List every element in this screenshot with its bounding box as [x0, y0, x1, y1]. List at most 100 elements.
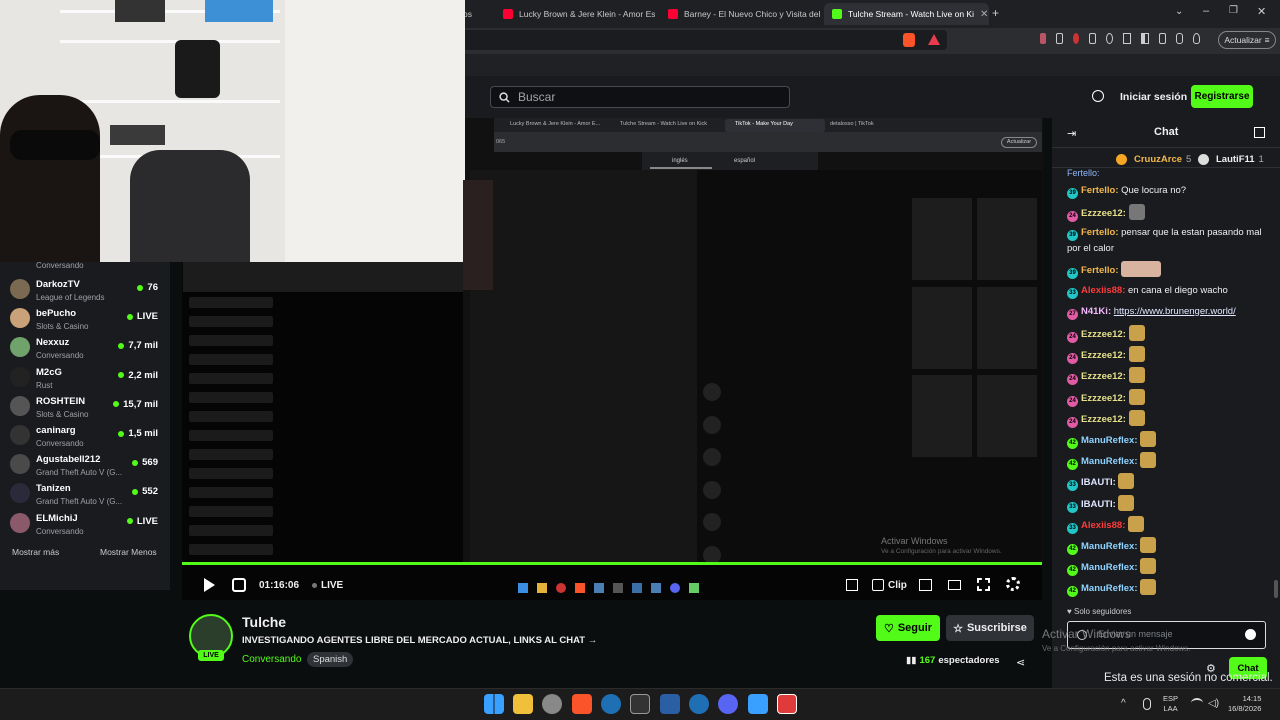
sidebar-channel[interactable]: Nexxuz Conversando 7,7 mil	[10, 334, 160, 363]
sidebar-channel[interactable]: caninarg Conversando 1,5 mil	[10, 422, 160, 451]
show-less-link[interactable]: Mostrar Menos	[100, 547, 157, 557]
chat-username[interactable]: Ezzzee12	[1081, 350, 1123, 361]
play-icon[interactable]	[204, 578, 215, 592]
clip-button[interactable]: Clip	[888, 580, 907, 591]
chat-username[interactable]: ManuReflex	[1081, 435, 1134, 446]
captions-icon[interactable]	[948, 580, 961, 590]
vpn-icon[interactable]	[1192, 33, 1201, 44]
chat-users-icon[interactable]	[1254, 127, 1265, 138]
start-icon[interactable]	[484, 694, 504, 714]
sidebar-channel[interactable]: ELMichiJ Conversando LIVE	[10, 510, 160, 539]
sidebar-channel[interactable]: Tanizen Grand Theft Auto V (G... 552	[10, 480, 160, 509]
copy-icon[interactable]	[1123, 33, 1131, 44]
sidebar-channel[interactable]: M2cG Rust 2,2 mil	[10, 364, 160, 393]
sidebar-channel[interactable]: ROSHTEIN Slots & Casino 15,7 mil	[10, 393, 160, 422]
search-input[interactable]: Buscar	[490, 86, 790, 108]
chat-username[interactable]: Ezzzee12	[1081, 371, 1123, 382]
terminal-icon[interactable]	[630, 694, 650, 714]
chat-link[interactable]: https://www.brunenger.world/	[1114, 306, 1236, 317]
volume-icon[interactable]: ◁)	[1208, 698, 1219, 709]
brave-rewards-icon[interactable]	[928, 34, 940, 45]
pinned-gifter[interactable]: CruuzArce 5	[1116, 154, 1191, 165]
chat-username[interactable]: IBAUTI	[1081, 477, 1113, 488]
sidebar-channel[interactable]: DarkozTV League of Legends 76	[10, 276, 160, 305]
record-icon[interactable]	[1073, 33, 1080, 44]
powershell-icon[interactable]	[660, 694, 680, 714]
microphone-icon[interactable]	[1143, 698, 1151, 710]
login-button[interactable]: Iniciar sesión	[1120, 91, 1187, 103]
recorder-icon[interactable]	[777, 694, 797, 714]
theater-mode-icon[interactable]	[846, 579, 858, 591]
discord-icon[interactable]	[718, 694, 738, 714]
register-button[interactable]: Registrarse	[1191, 85, 1253, 108]
close-window-icon[interactable]: ✕	[1257, 5, 1266, 18]
brave-shield-icon[interactable]	[903, 33, 915, 47]
notepad-icon[interactable]	[748, 694, 768, 714]
wifi-icon[interactable]	[1191, 698, 1203, 708]
stream-category-link[interactable]: Conversando	[242, 654, 301, 665]
clock[interactable]: 14:15 16/8/2026	[1228, 694, 1261, 714]
follow-button[interactable]: ♡ Seguir	[876, 615, 940, 641]
video-icon[interactable]	[1056, 33, 1064, 44]
volume-muted-icon[interactable]	[232, 578, 246, 592]
subscribe-button[interactable]: ☆ Suscribirse	[946, 615, 1034, 641]
chat-username[interactable]: Ezzzee12	[1081, 329, 1123, 340]
chat-username[interactable]: ManuReflex	[1081, 583, 1134, 594]
app-icon[interactable]	[601, 694, 621, 714]
leo-icon[interactable]	[1175, 33, 1183, 44]
tray-overflow-icon[interactable]: ^	[1121, 698, 1126, 709]
chat-username[interactable]: ManuReflex	[1081, 456, 1134, 467]
chat-username[interactable]: N41Ki	[1081, 306, 1108, 317]
browser-tab[interactable]: Barney - El Nuevo Chico y Visita del	[660, 3, 820, 25]
chat-username[interactable]: ManuReflex	[1081, 562, 1134, 573]
share-icon[interactable]: ⋖	[1016, 656, 1025, 669]
browser-tab-active[interactable]: Tulche Stream - Watch Live on Ki ✕	[824, 3, 989, 25]
captured-url: 065	[496, 139, 506, 145]
language-globe-icon[interactable]	[1092, 90, 1104, 102]
extension-icon[interactable]	[1040, 33, 1047, 44]
music-icon[interactable]	[1106, 33, 1114, 44]
sidebar-toggle-icon[interactable]	[1140, 33, 1149, 44]
chat-username[interactable]: Alexiis88	[1081, 285, 1122, 296]
close-tab-icon[interactable]: ✕	[980, 9, 988, 20]
chat-username[interactable]: Ezzzee12	[1081, 393, 1123, 404]
chat-username[interactable]: Fertello	[1081, 185, 1115, 196]
clip-icon[interactable]	[872, 579, 884, 591]
chat-username[interactable]: Fertello	[1081, 227, 1115, 238]
url-input[interactable]	[463, 30, 947, 50]
app-icon[interactable]	[689, 694, 709, 714]
chat-username[interactable]: Ezzzee12	[1081, 208, 1123, 219]
chat-username[interactable]: Alexiis88	[1081, 520, 1122, 531]
chat-username[interactable]: IBAUTI	[1081, 499, 1113, 510]
fullscreen-icon[interactable]	[977, 578, 990, 591]
emoji-icon[interactable]	[1245, 629, 1256, 640]
chat-username[interactable]: ManuReflex	[1081, 541, 1134, 552]
wallet-icon[interactable]	[1158, 33, 1166, 44]
file-explorer-icon[interactable]	[513, 694, 533, 714]
language-tag[interactable]: Spanish	[307, 652, 354, 667]
show-more-link[interactable]: Mostrar más	[12, 547, 59, 557]
brave-icon[interactable]	[572, 694, 592, 714]
minimize-icon[interactable]: –	[1203, 5, 1209, 17]
browser-tab[interactable]: Lucky Brown & Jere Klein - Amor Esc	[495, 3, 655, 25]
chat-username[interactable]: Fertello	[1081, 265, 1115, 276]
puzzle-icon[interactable]	[1089, 33, 1097, 44]
progress-bar[interactable]	[182, 562, 1042, 565]
streamer-name[interactable]: Tulche	[242, 614, 286, 630]
tab-list-icon[interactable]: ⌄	[1175, 6, 1183, 17]
chat-username[interactable]: Ezzzee12	[1081, 414, 1123, 425]
chrome-icon[interactable]	[542, 694, 562, 714]
emote-icon	[1140, 431, 1157, 447]
sidebar-channel[interactable]: Agustabell212 Grand Theft Auto V (G... 569	[10, 451, 160, 480]
chat-scrollbar[interactable]	[1274, 580, 1278, 598]
new-tab-icon[interactable]: +	[992, 6, 999, 20]
settings-gear-icon[interactable]	[1006, 577, 1020, 591]
update-button[interactable]: Actualizar ≡	[1218, 31, 1276, 49]
sidebar-channel[interactable]: bePucho Slots & Casino LIVE	[10, 305, 160, 334]
collapse-chat-icon[interactable]: ⇥	[1067, 127, 1076, 140]
mini-player-icon[interactable]	[919, 579, 932, 591]
maximize-icon[interactable]: ❐	[1229, 5, 1238, 16]
input-language[interactable]: ESP LAA	[1163, 694, 1178, 714]
pinned-gifter[interactable]: LautiF11 1	[1198, 154, 1264, 165]
captured-tab: Tulche Stream - Watch Live on Kick	[620, 121, 708, 127]
